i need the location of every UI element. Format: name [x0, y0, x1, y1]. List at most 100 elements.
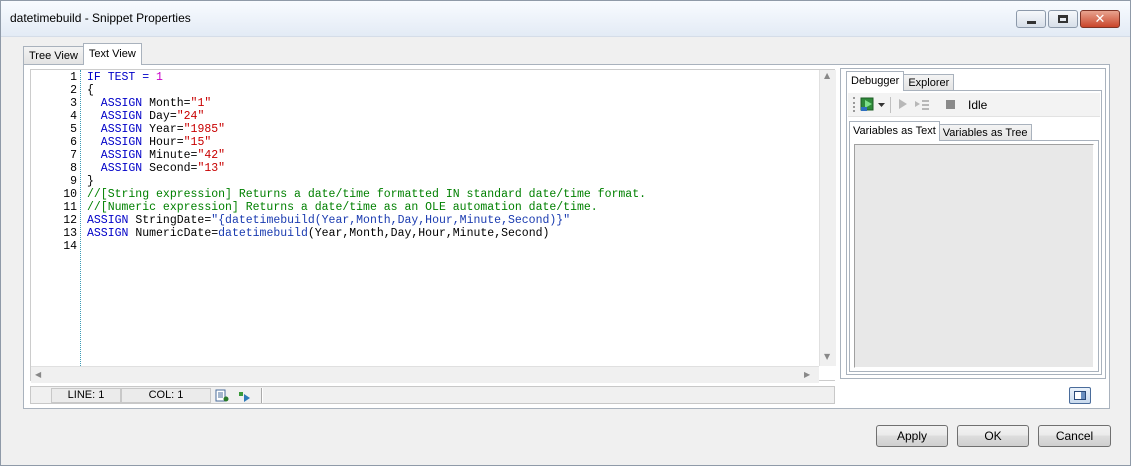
scroll-right-icon[interactable]: ▶ [804, 370, 810, 379]
status-separator [261, 388, 263, 403]
start-debug-icon[interactable] [860, 96, 876, 112]
line-number: 7 [70, 149, 77, 162]
code-token: IF TEST = [87, 71, 157, 84]
line-number: 5 [70, 123, 77, 136]
code-line[interactable]: ASSIGN Day="24" [87, 110, 205, 123]
title-bar[interactable]: datetimebuild - Snippet Properties ✕ [1, 1, 1130, 37]
line-number: 3 [70, 97, 77, 110]
code-token: ASSIGN [87, 162, 150, 175]
variables-tabs: Variables as Text Variables as Tree [849, 121, 1032, 141]
code-token: datetimebuild [218, 227, 308, 240]
code-token: Year= [149, 123, 184, 136]
line-number: 14 [63, 240, 77, 253]
variables-panel [849, 140, 1099, 372]
snippet-properties-window: datetimebuild - Snippet Properties ✕ Tre… [0, 0, 1131, 466]
debugger-body: Idle Variables as Text Variables as Tree [846, 90, 1102, 375]
code-token: Month= [149, 97, 191, 110]
line-number: 10 [63, 188, 77, 201]
toolbar-grip [853, 97, 855, 112]
line-number-gutter: 1 2 3 4 5 6 7 8 9 10 11 12 13 14 [31, 70, 81, 366]
scroll-up-icon[interactable]: ▲ [824, 71, 830, 80]
tab-debugger[interactable]: Debugger [846, 71, 905, 91]
code-token: ASSIGN [87, 110, 150, 123]
toggle-panel-button[interactable] [1069, 387, 1091, 404]
line-number: 2 [70, 84, 77, 97]
line-number: 9 [70, 175, 77, 188]
scroll-left-icon[interactable]: ◀ [35, 370, 41, 379]
code-line[interactable]: //[String expression] Returns a date/tim… [87, 188, 646, 201]
tab-variables-as-tree[interactable]: Variables as Tree [938, 124, 1032, 141]
line-indicator: LINE: 1 [51, 388, 121, 403]
code-token: "24" [176, 110, 205, 123]
code-token: ASSIGN [87, 123, 150, 136]
stop-icon[interactable] [946, 100, 955, 109]
code-token: //[Numeric expression] Returns a date/ti… [87, 201, 598, 214]
debugger-state: Idle [968, 98, 988, 112]
vertical-scrollbar[interactable]: ▲ ▼ [819, 70, 836, 366]
line-number: 11 [63, 201, 77, 214]
code-token: (Year,Month,Day,Hour,Minute,Second) [307, 227, 550, 240]
cancel-button[interactable]: Cancel [1038, 425, 1111, 447]
ok-button[interactable]: OK [957, 425, 1029, 447]
code-token: "1985" [183, 123, 226, 136]
code-token: StringDate= [135, 214, 212, 227]
code-line[interactable]: ASSIGN NumericDate=datetimebuild(Year,Mo… [87, 227, 549, 240]
code-line[interactable]: { [87, 84, 94, 97]
code-line[interactable]: } [87, 175, 94, 188]
code-token: NumericDate= [135, 227, 219, 240]
code-token: "42" [197, 149, 226, 162]
tab-tree-view[interactable]: Tree View [23, 46, 84, 65]
text-view-panel: 1 2 3 4 5 6 7 8 9 10 11 12 13 14 IF TEST = 1{ ASSIGN … [23, 64, 1110, 409]
code-token: 1 [156, 71, 163, 84]
minimize-icon [1026, 20, 1036, 24]
run-snippet-icon[interactable] [237, 389, 251, 402]
code-token: "{datetimebuild(Year,Month,Day,Hour,Minu… [211, 214, 571, 227]
code-line[interactable]: ASSIGN Hour="15" [87, 136, 211, 149]
step-icon[interactable] [898, 98, 908, 110]
tab-variables-as-text[interactable]: Variables as Text [849, 121, 940, 141]
step-over-icon[interactable] [914, 98, 930, 110]
check-syntax-icon[interactable] [215, 389, 229, 402]
code-token: Day= [149, 110, 177, 123]
code-line[interactable]: ASSIGN Minute="42" [87, 149, 225, 162]
maximize-icon [1058, 15, 1068, 23]
variables-text-area[interactable] [854, 144, 1094, 368]
code-token: ASSIGN [87, 136, 150, 149]
code-token: ASSIGN [87, 214, 136, 227]
line-number: 12 [63, 214, 77, 227]
code-line[interactable]: IF TEST = 1 [87, 71, 163, 84]
code-line[interactable]: ASSIGN Year="1985" [87, 123, 225, 136]
code-token: "1" [190, 97, 212, 110]
debugger-toolbar: Idle [848, 93, 1100, 117]
toolbar-separator [890, 97, 891, 113]
code-token: //[String expression] Returns a date/tim… [87, 188, 646, 201]
code-line[interactable]: //[Numeric expression] Returns a date/ti… [87, 201, 598, 214]
line-number: 1 [70, 71, 77, 84]
code-line[interactable]: ASSIGN Second="13" [87, 162, 225, 175]
line-number: 4 [70, 110, 77, 123]
close-icon: ✕ [1094, 11, 1106, 27]
code-token: { [87, 84, 94, 97]
line-number: 6 [70, 136, 77, 149]
column-indicator: COL: 1 [121, 388, 211, 403]
code-token: Minute= [149, 149, 198, 162]
tab-text-view[interactable]: Text View [82, 43, 142, 65]
scroll-down-icon[interactable]: ▼ [824, 352, 830, 361]
code-line[interactable]: ASSIGN Month="1" [87, 97, 211, 110]
editor-status-bar: LINE: 1 COL: 1 [30, 386, 835, 404]
code-token: Hour= [149, 136, 184, 149]
code-token: ASSIGN [87, 97, 150, 110]
code-token: } [87, 175, 94, 188]
tab-explorer[interactable]: Explorer [903, 74, 955, 91]
horizontal-scrollbar[interactable]: ◀ ▶ [31, 366, 819, 383]
code-editor[interactable]: 1 2 3 4 5 6 7 8 9 10 11 12 13 14 IF TEST = 1{ ASSIGN … [30, 69, 836, 383]
maximize-button[interactable] [1048, 10, 1078, 28]
dropdown-arrow-icon[interactable] [878, 103, 885, 108]
code-token: Second= [149, 162, 198, 175]
close-button[interactable]: ✕ [1080, 10, 1120, 28]
code-line[interactable]: ASSIGN StringDate="{datetimebuild(Year,M… [87, 214, 570, 227]
apply-button[interactable]: Apply [876, 425, 948, 447]
line-number: 13 [63, 227, 77, 240]
minimize-button[interactable] [1016, 10, 1046, 28]
window-title: datetimebuild - Snippet Properties [10, 11, 191, 25]
